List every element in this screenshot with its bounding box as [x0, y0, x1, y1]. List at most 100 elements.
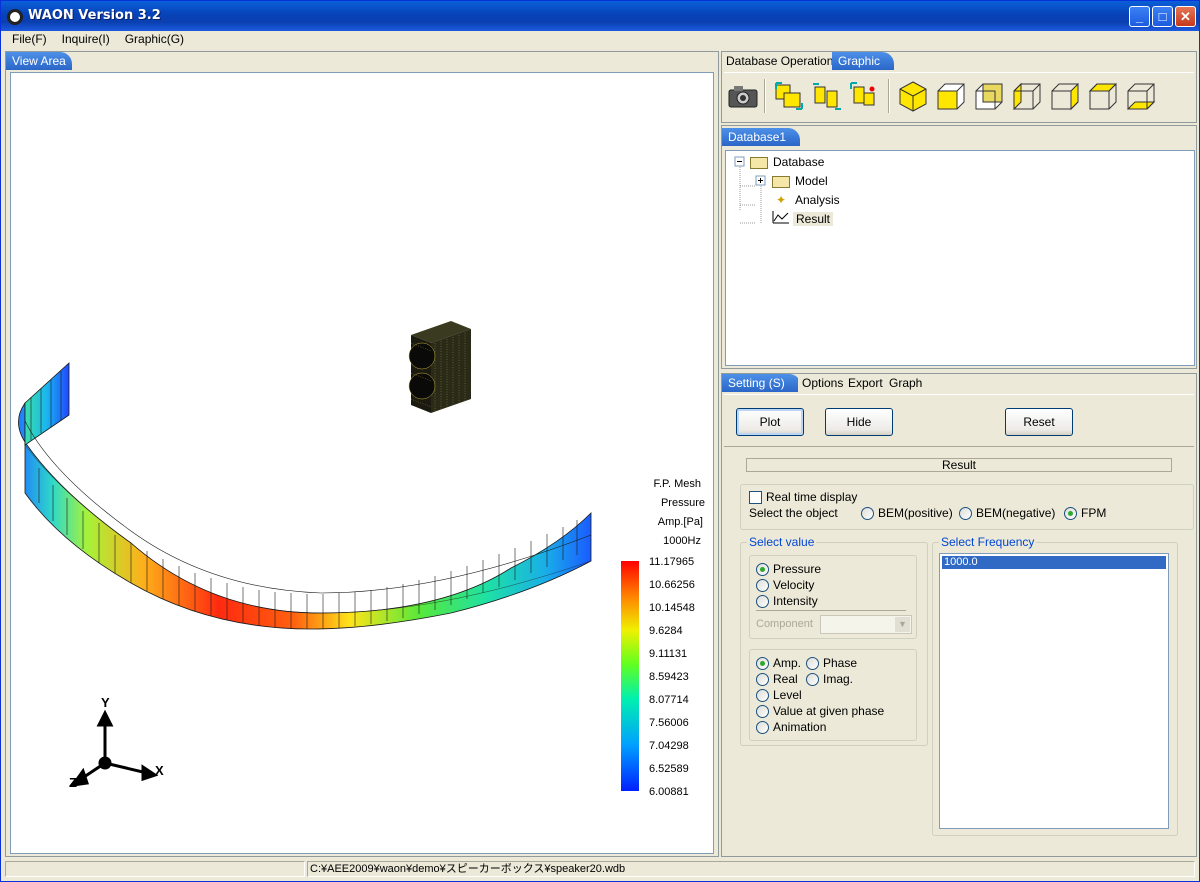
tree-label-analysis: Analysis: [795, 193, 840, 207]
realtime-checkbox[interactable]: Real time display: [749, 490, 857, 505]
frequency-list[interactable]: 1000.0: [939, 553, 1169, 829]
radio-pressure[interactable]: Pressure: [756, 562, 821, 578]
tab-options[interactable]: Options: [798, 374, 848, 392]
maximize-button[interactable]: □: [1152, 6, 1173, 27]
database-panel: Database1 Database Model ✦ Analysis Resul…: [721, 125, 1197, 369]
view-panel: View Area F.P. Mesh Pressure Amp.[Pa] 10…: [5, 51, 719, 857]
close-button[interactable]: ✕: [1175, 6, 1196, 27]
list-item[interactable]: 1000.0: [942, 556, 1166, 569]
menu-graphic[interactable]: Graphic(G): [115, 31, 189, 46]
app-window: WAON Version 3.2 _ □ ✕ File(F) Inquire(I)…: [0, 0, 1200, 882]
tab-view-area[interactable]: View Area: [6, 52, 72, 70]
back-view-icon[interactable]: [972, 79, 1006, 113]
center-view-icon[interactable]: [848, 79, 882, 113]
right-view-icon[interactable]: [1048, 79, 1082, 113]
app-logo-icon: [7, 9, 23, 25]
axis-z-label: Z: [69, 775, 77, 790]
fit-view-icon[interactable]: [772, 79, 806, 113]
radio-bem-negative[interactable]: BEM(negative): [959, 506, 1055, 522]
legend-tick-2: 10.14548: [649, 602, 695, 614]
legend-header-2: Pressure: [660, 497, 705, 509]
divider: [756, 610, 906, 611]
radio-real[interactable]: Real: [756, 672, 798, 688]
tab-setting[interactable]: Setting (S): [722, 374, 801, 392]
radio-level[interactable]: Level: [756, 688, 802, 704]
iso-view-icon[interactable]: [896, 79, 930, 113]
hide-button[interactable]: Hide: [825, 408, 893, 436]
title-bar[interactable]: WAON Version 3.2 _ □ ✕: [1, 1, 1199, 31]
value-subgroup: Pressure Velocity Intensity Component ▼: [749, 555, 917, 639]
tab-graph[interactable]: Graph: [885, 374, 927, 392]
tree-label-database: Database: [773, 155, 825, 169]
front-view-icon[interactable]: [934, 79, 968, 113]
database-tree: Database Model ✦ Analysis Result: [725, 150, 1195, 366]
tree-label-result: Result: [793, 212, 834, 226]
tree-node-analysis[interactable]: ✦ Analysis: [772, 191, 840, 209]
radio-intensity[interactable]: Intensity: [756, 594, 818, 610]
radio-imag[interactable]: Imag.: [806, 672, 853, 688]
view-area-canvas[interactable]: F.P. Mesh Pressure Amp.[Pa] 1000Hz 11.17…: [10, 72, 714, 854]
result-header: Result: [746, 458, 1172, 472]
chevron-down-icon: ▼: [895, 617, 910, 632]
tab-divider: [724, 394, 1194, 395]
minimize-button[interactable]: _: [1129, 6, 1150, 27]
tab-export[interactable]: Export: [844, 374, 887, 392]
tab-database-operation[interactable]: Database Operation: [722, 52, 838, 70]
radio-amp[interactable]: Amp.: [756, 656, 801, 672]
axis-triad: [69, 709, 159, 787]
status-path: C:¥AEE2009¥waon¥demo¥スピーカーボックス¥speaker20…: [307, 861, 1195, 877]
radio-fpm[interactable]: FPM: [1064, 506, 1106, 522]
menu-file[interactable]: File(F): [2, 31, 52, 46]
legend-tick-4: 9.11131: [649, 648, 688, 660]
legend-header-1: F.P. Mesh: [653, 478, 702, 490]
top-view-icon[interactable]: [1086, 79, 1120, 113]
menu-bar: File(F) Inquire(I) Graphic(G): [2, 31, 1198, 49]
legend-tick-8: 7.04298: [649, 740, 689, 752]
select-object-label: Select the object: [749, 506, 838, 520]
radio-velocity[interactable]: Velocity: [756, 578, 814, 594]
tab-graphic[interactable]: Graphic: [832, 52, 895, 70]
color-legend-bar: [621, 561, 639, 791]
object-group: Real time display Select the object BEM(…: [740, 484, 1194, 530]
camera-icon[interactable]: [726, 79, 760, 113]
radio-animation[interactable]: Animation: [756, 720, 826, 736]
left-view-icon[interactable]: [1010, 79, 1044, 113]
graphic-toolbar-panel: Database Operation Graphic: [721, 51, 1197, 123]
toolbar-separator: [888, 79, 890, 113]
select-frequency-label: Select Frequency: [939, 535, 1037, 549]
legend-tick-3: 9.6284: [649, 625, 683, 637]
reset-button[interactable]: Reset: [1005, 408, 1073, 436]
tab-database1[interactable]: Database1: [722, 128, 801, 146]
status-cell-empty: [5, 861, 305, 877]
speaker-box-model: [408, 321, 471, 413]
axis-x-label: X: [155, 763, 164, 778]
zoom-view-icon[interactable]: [810, 79, 844, 113]
radio-bem-positive[interactable]: BEM(positive): [861, 506, 953, 522]
legend-tick-7: 7.56006: [649, 717, 689, 729]
window-title: WAON Version 3.2: [28, 8, 161, 23]
tree-node-database[interactable]: Database: [750, 153, 824, 171]
legend-tick-10: 6.00881: [649, 786, 689, 798]
tree-node-model[interactable]: Model: [772, 172, 828, 190]
legend-tick-1: 10.66256: [649, 579, 695, 591]
status-bar: C:¥AEE2009¥waon¥demo¥スピーカーボックス¥speaker20…: [5, 859, 1197, 879]
tree-label-model: Model: [795, 174, 828, 188]
select-value-label: Select value: [747, 535, 817, 549]
folder-icon: [772, 175, 790, 188]
graphic-toolbar: [724, 72, 1194, 118]
legend-header-4: 1000Hz: [663, 535, 701, 547]
plot-button[interactable]: Plot: [736, 408, 804, 436]
legend-tick-6: 8.07714: [649, 694, 689, 706]
tree-node-result[interactable]: Result: [772, 210, 834, 228]
legend-tick-9: 6.52589: [649, 763, 689, 775]
select-frequency-group: Select Frequency 1000.0: [932, 535, 1178, 836]
radio-phase[interactable]: Phase: [806, 656, 857, 672]
settings-panel: Setting (S) Options Export Graph Plot Hi…: [721, 373, 1197, 857]
radio-value-at-phase[interactable]: Value at given phase: [756, 704, 884, 720]
divider: [724, 446, 1194, 447]
bottom-view-icon[interactable]: [1124, 79, 1158, 113]
component-select[interactable]: ▼: [820, 615, 912, 634]
3d-scene: [18, 321, 639, 791]
legend-tick-0: 11.17965: [649, 556, 695, 568]
menu-inquire[interactable]: Inquire(I): [52, 31, 115, 46]
